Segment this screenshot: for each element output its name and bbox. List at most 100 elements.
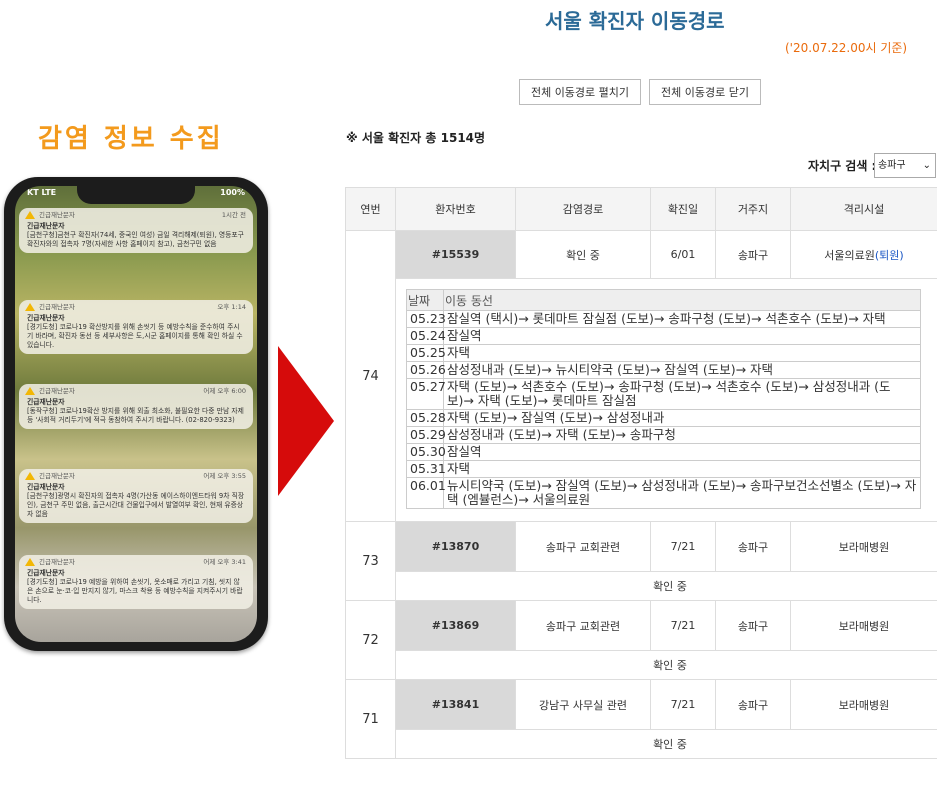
movement-path: 잠실역 (443, 327, 921, 345)
notification-card[interactable]: 긴급재난문자 어제 오후 3:55 긴급재난문자 [금천구청]광명시 확진자의 … (19, 469, 253, 523)
movement-path: 자택 (도보)→ 잠실역 (도보)→ 삼성정내과 (443, 409, 921, 427)
notification-app: 긴급재난문자 (39, 211, 75, 219)
patient-id[interactable]: #13869 (395, 600, 516, 651)
movement-col-header: 이동 동선 (443, 289, 921, 311)
col-header: 거주지 (715, 187, 791, 231)
movement-detail-cell: 날짜 이동 동선 05.23 잠실역 (택시)→ 롯데마트 잠실점 (도보)→ 송… (395, 278, 937, 522)
movement-path: 자택 (443, 344, 921, 362)
table-row[interactable]: 73 #13870 송파구 교회관련 7/21 송파구 보라매병원 (345, 521, 937, 601)
warning-icon (25, 387, 35, 395)
phone-notch (77, 186, 195, 204)
row-number: 71 (345, 679, 396, 759)
total-count: ※ 서울 확진자 총 1514명 (346, 131, 486, 145)
movement-row: 05.23 잠실역 (택시)→ 롯데마트 잠실점 (도보)→ 송파구청 (도보)→… (406, 310, 921, 328)
infection-route: 송파구 교회관련 (515, 521, 651, 572)
table-row[interactable]: 71 #13841 강남구 사무실 관련 7/21 송파구 보라매병원 (345, 679, 937, 759)
notification-time: 어제 오후 3:41 (203, 558, 246, 566)
col-header: 감염경로 (515, 187, 651, 231)
movement-row: 05.31 자택 (406, 460, 921, 478)
notification-title: 긴급재난문자 (27, 222, 65, 230)
quarantine-facility: 보라매병원 (790, 679, 937, 730)
confirm-date: 7/21 (650, 521, 716, 572)
movement-table: 날짜 이동 동선 05.23 잠실역 (택시)→ 롯데마트 잠실점 (도보)→ 송… (406, 289, 921, 509)
battery-label: 100% (220, 188, 245, 197)
district-select[interactable]: 송파구 ⌄ (874, 153, 936, 178)
notification-card[interactable]: 긴급재난문자 어제 오후 3:41 긴급재난문자 [경기도청] 코로나19 예방… (19, 555, 253, 609)
movement-date: 05.29 (406, 426, 446, 444)
notification-time: 1시간 전 (221, 211, 246, 219)
table-row[interactable]: 74 #15539 확인 중 6/01 송파구 서울의료원(퇴원) (345, 230, 937, 522)
patient-id[interactable]: #13870 (395, 521, 516, 572)
arrow-right-icon (278, 346, 334, 496)
chevron-down-icon: ⌄ (922, 160, 931, 171)
movement-row: 05.24 잠실역 (406, 327, 921, 345)
movement-detail-row: 날짜 이동 동선 05.23 잠실역 (택시)→ 롯데마트 잠실점 (도보)→ 송… (346, 278, 937, 522)
notification-title: 긴급재난문자 (27, 314, 65, 322)
notification-time: 어제 오후 6:00 (203, 387, 246, 395)
patient-id[interactable]: #15539 (395, 230, 516, 279)
movement-date: 05.26 (406, 361, 446, 379)
page-title: 서울 확진자 이동경로 (545, 9, 725, 33)
movement-path: 삼성정내과 (도보)→ 뉴시티약국 (도보)→ 잠실역 (도보)→ 자택 (443, 361, 921, 379)
status-row: 확인 중 (346, 729, 937, 759)
confirm-date: 7/21 (650, 600, 716, 651)
notification-body: [금천구청]금천구 확진자(74세, 중국인 여성) 금일 격리해제(퇴원), … (27, 231, 244, 248)
movement-status: 확인 중 (395, 729, 937, 759)
table-row[interactable]: 72 #13869 송파구 교회관련 7/21 송파구 보라매병원 (345, 600, 937, 680)
phone-screen: KT LTE 100% 긴급재난문자 1시간 전 긴급재난문자 [금천구청]금천… (15, 186, 257, 642)
carrier-label: KT LTE (27, 188, 57, 197)
movement-path: 잠실역 (443, 443, 921, 461)
movement-row: 05.28 자택 (도보)→ 잠실역 (도보)→ 삼성정내과 (406, 409, 921, 427)
notification-time: 어제 오후 3:55 (203, 472, 246, 480)
movement-date: 05.30 (406, 443, 446, 461)
warning-icon (25, 211, 35, 219)
infection-route: 강남구 사무실 관련 (515, 679, 651, 730)
col-header: 환자번호 (395, 187, 516, 231)
quarantine-facility: 보라매병원 (790, 521, 937, 572)
notification-card[interactable]: 긴급재난문자 1시간 전 긴급재난문자 [금천구청]금천구 확진자(74세, 중… (19, 208, 253, 253)
warning-icon (25, 558, 35, 566)
notification-title: 긴급재난문자 (27, 483, 65, 491)
movement-path: 삼성정내과 (도보)→ 자택 (도보)→ 송파구청 (443, 426, 921, 444)
notification-title: 긴급재난문자 (27, 398, 65, 406)
row-number: 73 (345, 521, 396, 601)
status-row: 확인 중 (346, 571, 937, 601)
col-header: 연번 (345, 187, 396, 231)
movement-status: 확인 중 (395, 571, 937, 601)
patient-id[interactable]: #13841 (395, 679, 516, 730)
district-select-value: 송파구 (878, 160, 906, 171)
notification-time: 오후 1:14 (217, 303, 246, 311)
residence: 송파구 (715, 230, 791, 279)
collapse-all-button[interactable]: 전체 이동경로 닫기 (649, 79, 761, 105)
residence: 송파구 (715, 679, 791, 730)
notification-app: 긴급재난문자 (39, 558, 75, 566)
confirm-date: 6/01 (650, 230, 716, 279)
col-header: 격리시설 (790, 187, 937, 231)
movement-row: 05.29 삼성정내과 (도보)→ 자택 (도보)→ 송파구청 (406, 426, 921, 444)
base-date: ('20.07.22.00시 기준) (785, 41, 908, 55)
notification-body: [동작구청] 코로나19확산 방지를 위해 외출 최소화, 불필요한 다중 만남… (27, 407, 244, 424)
movement-row: 05.30 잠실역 (406, 443, 921, 461)
confirm-date: 7/21 (650, 679, 716, 730)
expand-all-button[interactable]: 전체 이동경로 펼치기 (519, 79, 641, 105)
movement-path: 자택 (443, 460, 921, 478)
status-row: 확인 중 (346, 650, 937, 680)
notification-card[interactable]: 긴급재난문자 오후 1:14 긴급재난문자 [경기도청] 코로나19 확산방지를… (19, 300, 253, 354)
infection-route: 확인 중 (515, 230, 651, 279)
movement-date: 06.01 (406, 477, 446, 509)
section-title-infection-info: 감염 정보 수집 (38, 124, 224, 154)
notification-title: 긴급재난문자 (27, 569, 65, 577)
notification-app: 긴급재난문자 (39, 472, 75, 480)
residence: 송파구 (715, 521, 791, 572)
movement-status: 확인 중 (395, 650, 937, 680)
facility-name: 서울의료원 (824, 248, 875, 262)
notification-app: 긴급재난문자 (39, 387, 75, 395)
movement-date: 05.27 (406, 378, 446, 410)
notification-card[interactable]: 긴급재난문자 어제 오후 6:00 긴급재난문자 [동작구청] 코로나19확산 … (19, 384, 253, 429)
movement-path: 자택 (도보)→ 석촌호수 (도보)→ 송파구청 (도보)→ 석촌호수 (도보)… (443, 378, 921, 410)
discharged-note[interactable]: (퇴원) (875, 249, 904, 262)
notification-body: [금천구청]광명시 확진자의 접촉자 4명(가산동 에이스하이엔드타워 9차 직… (27, 492, 245, 518)
residence: 송파구 (715, 600, 791, 651)
row-number: 72 (345, 600, 396, 680)
movement-path: 잠실역 (택시)→ 롯데마트 잠실점 (도보)→ 송파구청 (도보)→ 석촌호수… (443, 310, 921, 328)
